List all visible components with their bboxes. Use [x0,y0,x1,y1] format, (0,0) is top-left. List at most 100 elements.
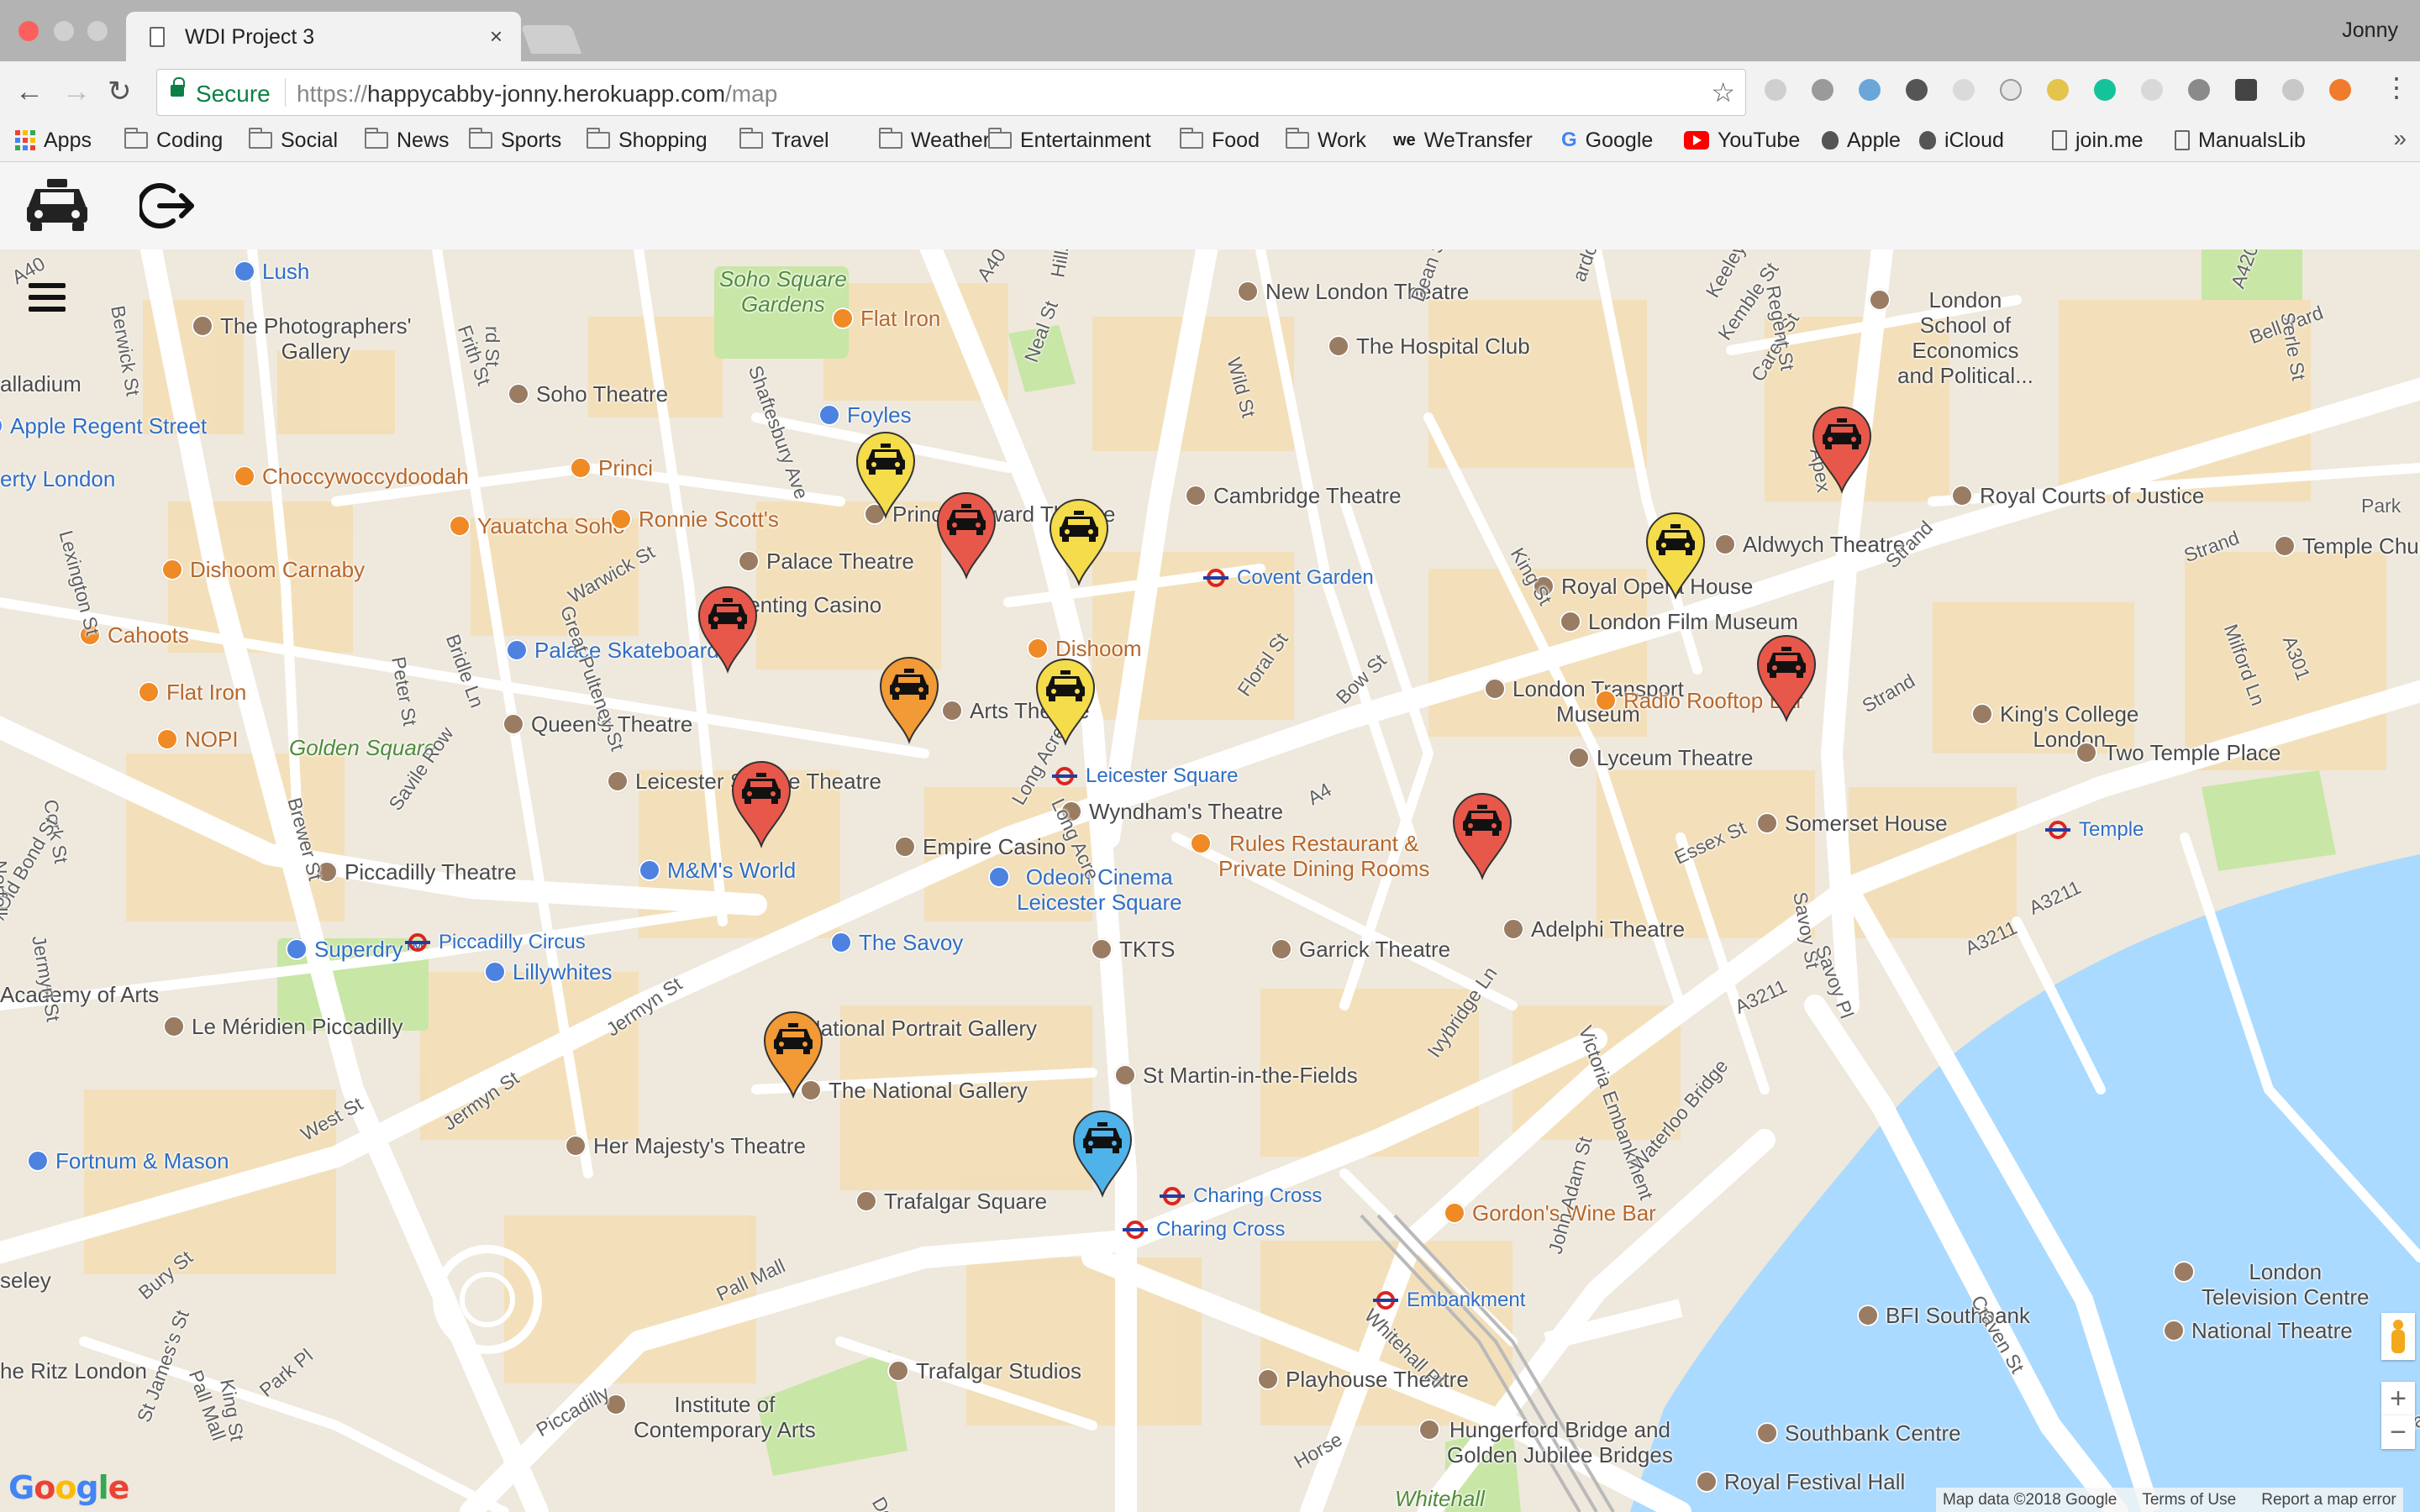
extension-icon[interactable] [2188,79,2210,101]
london-film-museum-label[interactable]: London Film Museum [1588,609,1798,634]
dishoom-carnaby-label[interactable]: Dishoom Carnaby [190,557,365,582]
extension-icon[interactable] [1906,79,1928,101]
forward-button[interactable]: → [62,73,91,110]
southbank-centre-label[interactable]: Southbank Centre [1785,1420,1961,1446]
terms-link[interactable]: Terms of Use [2142,1491,2236,1509]
taxi-icon[interactable] [25,177,89,233]
whitehall-label[interactable]: Whitehall [1395,1486,1485,1511]
extension-icon[interactable] [2329,79,2351,101]
fortnum-label[interactable]: Fortnum & Mason [55,1148,229,1173]
extension-icon[interactable] [2047,79,2069,101]
charing-cross-rail-label[interactable]: Charing Cross [1193,1184,1322,1209]
cab-marker-blue[interactable] [1071,1108,1134,1199]
tab-close-icon[interactable]: × [490,24,502,50]
extension-icon[interactable] [2282,79,2304,101]
ritz-label[interactable]: he Ritz London [0,1358,147,1383]
rules-restaurant-label[interactable]: Rules Restaurant & Private Dining Rooms [1218,831,1429,881]
royal-courts-label[interactable]: Royal Courts of Justice [1980,483,2204,508]
flat-iron-2-label[interactable]: Flat Iron [166,680,246,705]
piccadilly-circus-label[interactable]: Piccadilly Circus [439,930,586,955]
the-savoy-label[interactable]: Adelphi Theatre [1531,916,1685,942]
bookmark-item[interactable]: Entertainment [988,123,1151,157]
st-martin-label[interactable]: St Martin-in-the-Fields [1143,1063,1358,1088]
lyceum-theatre-label[interactable]: Lyceum Theatre [1597,745,1753,770]
extension-icon[interactable] [2235,79,2257,101]
somerset-house-label[interactable]: Somerset House [1785,811,1948,836]
cab-marker-red[interactable] [934,490,998,580]
bookmark-star-icon[interactable]: ☆ [1711,76,1735,108]
cab-marker-red[interactable] [1810,404,1874,495]
her-majestys-label[interactable]: Her Majesty's Theatre [593,1133,806,1158]
wolseley-label[interactable]: seley [0,1268,51,1293]
cab-marker-red[interactable] [729,759,793,849]
browser-menu-icon[interactable]: ⋮ [2383,74,2410,101]
flat-iron-label[interactable]: Flat Iron [860,306,940,331]
bookmark-item[interactable]: Sports [469,123,561,157]
hamburger-icon[interactable] [29,283,66,318]
bookmark-item[interactable]: we WeTransfer [1393,123,1533,157]
extension-icon[interactable] [1765,79,1786,101]
hospital-club-label[interactable]: The Hospital Club [1356,333,1530,359]
bookmark-item[interactable]: Coding [124,123,223,157]
extension-icon[interactable] [2000,79,2022,101]
foyles-label[interactable]: Foyles [847,402,912,428]
soho-square-label[interactable]: Soho Square Gardens [719,266,847,317]
temple-label[interactable]: Temple [2079,817,2144,843]
two-temple-place-label[interactable]: Two Temple Place [2104,740,2281,765]
new-tab-button[interactable] [520,25,582,54]
trafalgar-studios-label[interactable]: Trafalgar Studios [916,1358,1081,1383]
covent-garden-label[interactable]: Covent Garden [1237,565,1374,591]
map[interactable]: Lush The Photographers' Gallery Soho Square… [0,249,2420,1512]
yauatcha-label[interactable]: Yauatcha Soho [477,513,625,538]
palace-theatre-label[interactable]: Palace Theatre [766,549,914,574]
report-link[interactable]: Report a map error [2261,1491,2396,1509]
bookmark-item[interactable]: Apple [1822,123,1901,157]
liberty-label[interactable]: erty London [0,466,115,491]
royal-festival-hall-label[interactable]: Royal Festival Hall [1724,1469,1905,1494]
extension-icon[interactable] [1812,79,1833,101]
minimize-window-icon[interactable] [54,21,74,41]
extension-icon[interactable] [1953,79,1975,101]
bookmark-item[interactable]: Shopping [587,123,708,157]
hungerford-bridge-label[interactable]: Hungerford Bridge and Golden Jubilee Brid… [1447,1417,1673,1467]
logout-icon[interactable] [139,181,197,231]
empire-casino-label[interactable]: Empire Casino [923,834,1066,859]
close-window-icon[interactable] [18,21,39,41]
reload-button[interactable]: ↻ [108,73,132,110]
bookmark-item[interactable]: ManualsLib [2175,123,2306,157]
bookmark-item[interactable]: Social [249,123,338,157]
new-london-theatre-label[interactable]: New London Theatre [1265,279,1469,304]
extension-icon[interactable] [1859,79,1881,101]
lse-label[interactable]: London School of Economics and Political... [1897,287,2033,388]
profile-name[interactable]: Jonny [2342,18,2398,43]
mms-world-label[interactable]: M&M's World [667,858,796,883]
street-view-pegman-icon[interactable] [2381,1313,2415,1360]
tab-active[interactable]: WDI Project 3 × [126,12,521,62]
charing-cross-tube-label[interactable]: Charing Cross [1156,1217,1285,1242]
extension-icon[interactable] [2141,79,2163,101]
back-button[interactable]: ← [15,73,44,110]
cab-marker-yellow[interactable] [1034,656,1097,747]
le-meridien-label[interactable]: Le Méridien Piccadilly [192,1014,402,1039]
leicester-square-label[interactable]: Leicester Square [1086,764,1238,789]
wyndhams-label[interactable]: Wyndham's Theatre [1089,799,1283,824]
bfi-southbank-label[interactable]: BFI Southbank [1886,1303,2030,1328]
address-bar[interactable]: Secure https://happycabby-jonny.herokuap… [156,69,1746,116]
national-portrait-gallery-label[interactable]: National Portrait Gallery [805,1016,1037,1041]
bookmarks-overflow-icon[interactable]: » [2393,125,2407,152]
choccywoccydoodah-label[interactable]: Choccywoccydoodah [262,464,469,489]
cambridge-theatre-label[interactable]: Cambridge Theatre [1213,483,1402,508]
ronnie-scotts-label[interactable]: Ronnie Scott's [639,507,779,532]
cab-marker-yellow[interactable] [1047,496,1111,587]
cab-marker-yellow[interactable] [1644,510,1707,601]
london-tv-centre-label[interactable]: London Television Centre [2202,1259,2369,1310]
bookmark-item[interactable]: iCloud [1919,123,2004,157]
zoom-in-button[interactable]: + [2381,1382,2415,1415]
aldwych-theatre-label[interactable]: Aldwych Theatre [1743,532,1905,557]
photographers-gallery-label[interactable]: The Photographers' Gallery [220,313,412,364]
embankment-label[interactable]: Embankment [1407,1288,1525,1313]
cab-marker-red[interactable] [696,584,760,675]
bookmark-item[interactable]: YouTube [1684,123,1800,157]
zoom-out-button[interactable]: − [2381,1415,2415,1449]
princi-label[interactable]: Princi [598,455,653,480]
